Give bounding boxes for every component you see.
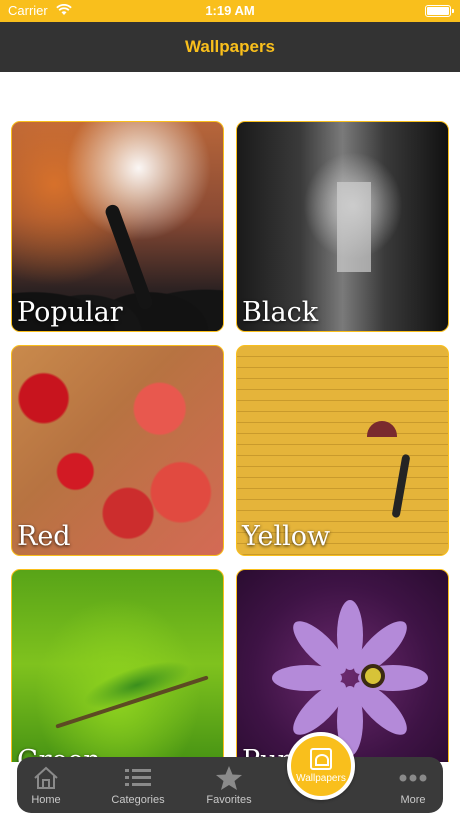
tab-favorites[interactable]: Favorites [189, 757, 269, 813]
list-icon [124, 765, 152, 791]
umbrella-image [367, 421, 397, 437]
category-label: Popular [17, 297, 123, 328]
tab-categories[interactable]: Categories [98, 757, 178, 813]
tab-bar: Home Categories Favorites More [17, 757, 443, 813]
page-title: Wallpapers [184, 37, 276, 56]
home-icon [32, 765, 60, 791]
tab-wallpapers[interactable]: Wallpapers [287, 732, 355, 800]
wallpaper-icon [310, 748, 332, 770]
category-label: Black [242, 297, 319, 328]
person-image [391, 453, 411, 519]
tab-more[interactable]: More [373, 757, 453, 813]
tab-label: More [400, 794, 426, 806]
navigation-bar: Wallpapers [0, 22, 460, 72]
category-tile-purple[interactable]: Purple [236, 569, 449, 762]
category-tile-black[interactable]: Black [236, 121, 449, 332]
tab-label: Wallpapers [296, 773, 346, 784]
category-tile-green[interactable]: Green [11, 569, 224, 762]
hallway-light-image [337, 182, 371, 272]
status-bar: Carrier 1:19 AM [0, 0, 460, 22]
tab-label: Home [31, 794, 61, 806]
ellipsis-icon [399, 765, 427, 791]
flower-center [361, 664, 385, 688]
category-grid: Popular Black Red Yellow Green Purple [0, 72, 460, 762]
tab-label: Categories [111, 794, 165, 806]
category-label: Red [17, 521, 71, 552]
category-tile-popular[interactable]: Popular [11, 121, 224, 332]
star-icon [215, 765, 243, 791]
battery-icon [425, 5, 454, 17]
clock: 1:19 AM [205, 3, 255, 18]
category-tile-red[interactable]: Red [11, 345, 224, 556]
category-tile-yellow[interactable]: Yellow [236, 345, 449, 556]
tab-label: Favorites [206, 794, 252, 806]
category-label: Yellow [242, 521, 331, 552]
tab-home[interactable]: Home [6, 757, 86, 813]
